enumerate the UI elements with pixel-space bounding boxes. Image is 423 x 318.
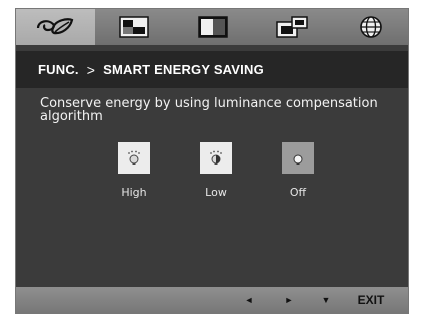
exit-button[interactable]: EXIT <box>346 287 396 313</box>
tab-color[interactable] <box>174 9 253 45</box>
screen-position-icon <box>276 16 308 38</box>
osd-menu: FUNC. > SMART ENERGY SAVING Conserve ene… <box>15 8 409 314</box>
option-low[interactable]: Low <box>186 142 246 199</box>
tab-picture[interactable] <box>95 9 174 45</box>
option-low-box[interactable] <box>200 142 232 174</box>
bulb-off-icon <box>293 154 303 165</box>
tab-screen[interactable] <box>252 9 331 45</box>
option-off-box[interactable] <box>282 142 314 174</box>
section-label: FUNC. <box>38 62 79 77</box>
option-low-label: Low <box>205 186 227 199</box>
option-off-label: Off <box>289 186 307 199</box>
energy-options: High Low Off <box>16 142 408 222</box>
right-arrow-button[interactable]: ► <box>274 287 304 313</box>
bulb-low-icon <box>210 150 222 165</box>
breadcrumb-separator: > <box>86 61 96 78</box>
bulb-high-icon <box>128 150 140 165</box>
tab-language[interactable] <box>331 9 408 45</box>
tab-bar <box>16 9 408 45</box>
option-high-label: High <box>121 186 147 199</box>
bottom-nav-bar: ◄ ► ▼ EXIT <box>16 287 408 313</box>
eco-leaf-icon <box>37 18 74 35</box>
globe-icon <box>359 16 382 38</box>
description-text: Conserve energy by using luminance compe… <box>40 96 378 124</box>
tab-eco[interactable] <box>16 9 95 45</box>
option-high-box[interactable] <box>118 142 150 174</box>
color-icon <box>198 16 228 38</box>
picture-icon <box>119 16 149 38</box>
left-arrow-button[interactable]: ◄ <box>234 287 264 313</box>
menu-header: FUNC. > SMART ENERGY SAVING <box>16 51 408 88</box>
option-off[interactable]: Off <box>268 142 328 199</box>
page-title: SMART ENERGY SAVING <box>103 62 264 77</box>
option-high[interactable]: High <box>104 142 164 199</box>
down-arrow-button[interactable]: ▼ <box>311 287 341 313</box>
